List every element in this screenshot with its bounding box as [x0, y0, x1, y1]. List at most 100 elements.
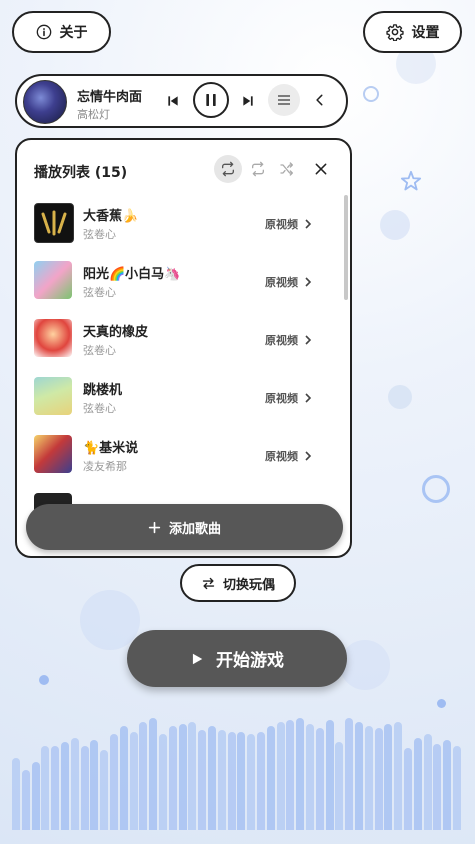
original-video-label: 原视频 [265, 392, 298, 405]
repeat-one-button[interactable] [244, 155, 272, 183]
visualizer-bar [345, 718, 354, 830]
original-video-link[interactable]: 原视频 [265, 332, 312, 348]
visualizer-bar [188, 722, 197, 830]
visualizer-bar [315, 728, 324, 830]
playlist-item[interactable]: 天真的橡皮 弦卷心 原视频 [17, 314, 335, 372]
visualizer-bar [325, 720, 334, 830]
visualizer-bar [178, 724, 187, 830]
pause-button[interactable] [193, 82, 229, 118]
song-title: 天真的橡皮 [83, 325, 149, 340]
visualizer-bar [149, 718, 158, 830]
gear-icon [385, 24, 404, 41]
skip-previous-icon [168, 96, 178, 106]
repeat-all-button[interactable] [214, 155, 242, 183]
song-thumbnail [34, 203, 74, 243]
visualizer-bar [110, 734, 118, 830]
chevron-right-icon [305, 219, 312, 229]
original-video-link[interactable]: 原视频 [265, 216, 312, 232]
visualizer-bar [335, 742, 344, 830]
background-bubble [388, 385, 412, 409]
skip-next-icon [243, 96, 253, 106]
background-bubble [437, 699, 446, 708]
visualizer-bar [374, 728, 383, 830]
close-playlist-button[interactable] [307, 155, 335, 183]
visualizer-bar [296, 718, 305, 830]
visualizer-bar [139, 722, 148, 830]
visualizer-bar [119, 726, 128, 830]
song-artist: 弦卷心 [83, 228, 116, 241]
song-artist: 高松灯 [77, 108, 110, 121]
visualizer-bar [247, 734, 256, 830]
repeat-one-icon [252, 161, 264, 177]
playlist-scrollbar[interactable] [344, 195, 348, 300]
shuffle-button[interactable] [273, 155, 301, 183]
visualizer-bar [198, 730, 207, 830]
visualizer-bar [168, 726, 177, 830]
song-title: 阳光🌈小白马🦄 [83, 267, 181, 282]
background-bubble [39, 675, 49, 685]
chevron-right-icon [305, 277, 312, 287]
song-artist: 弦卷心 [83, 286, 116, 299]
visualizer-bar [41, 746, 50, 830]
background-bubble [422, 475, 450, 503]
visualizer-bar [394, 722, 403, 830]
visualizer-bar [217, 730, 226, 830]
song-artist: 凌友希那 [83, 460, 127, 473]
visualizer-bar [70, 738, 79, 830]
play-icon [192, 653, 203, 664]
original-video-label: 原视频 [265, 450, 298, 463]
visualizer-bar [257, 732, 265, 830]
song-artist: 弦卷心 [83, 402, 116, 415]
visualizer-bar [423, 734, 432, 830]
original-video-label: 原视频 [265, 334, 298, 347]
chevron-right-icon [305, 451, 312, 461]
plus-icon [148, 521, 161, 533]
visualizer-bar [61, 742, 69, 830]
playlist-item[interactable]: 大香蕉🍌 弦卷心 原视频 [17, 198, 335, 256]
visualizer-bar [276, 722, 285, 830]
add-song-label: 添加歌曲 [168, 521, 221, 537]
mini-player: 忘情牛肉面 高松灯 [15, 74, 348, 128]
original-video-link[interactable]: 原视频 [265, 274, 312, 290]
about-label: 关于 [59, 25, 88, 41]
visualizer-bar [355, 722, 363, 830]
original-video-link[interactable]: 原视频 [265, 390, 312, 406]
playlist-title: 播放列表 (15) [34, 165, 128, 181]
background-bubble [380, 210, 410, 240]
repeat-icon [222, 161, 234, 177]
visualizer-bar [100, 750, 109, 830]
switch-doll-button[interactable]: 切换玩偶 [180, 564, 296, 602]
playlist-toggle-button[interactable] [268, 84, 300, 116]
visualizer-bar [404, 748, 412, 830]
add-song-button[interactable]: 添加歌曲 [26, 504, 343, 550]
playlist-item[interactable]: 阳光🌈小白马🦄 弦卷心 原视频 [17, 256, 335, 314]
playlist-item[interactable]: 🐈基米说 凌友希那 原视频 [17, 430, 335, 488]
background-bubble [340, 640, 390, 690]
settings-button[interactable]: 设置 [363, 11, 462, 53]
visualizer-bar [413, 738, 422, 830]
playlist-item[interactable]: 跳楼机 弦卷心 原视频 [17, 372, 335, 430]
album-cover[interactable] [23, 80, 67, 124]
song-thumbnail [34, 261, 72, 299]
switch-doll-label: 切换玩偶 [222, 577, 275, 593]
original-video-link[interactable]: 原视频 [265, 448, 312, 464]
song-thumbnail [34, 319, 72, 357]
pause-icon [206, 94, 216, 106]
start-game-label: 开始游戏 [216, 651, 284, 671]
star-icon [400, 170, 422, 191]
chevron-left-icon [316, 94, 323, 106]
next-button[interactable] [237, 90, 259, 112]
original-video-label: 原视频 [265, 276, 298, 289]
swap-icon [202, 577, 215, 589]
menu-icon [278, 95, 290, 105]
visualizer-bar [266, 726, 275, 830]
visualizer-bar [443, 740, 452, 830]
previous-button[interactable] [162, 90, 184, 112]
collapse-button[interactable] [309, 89, 331, 111]
visualizer-bar [12, 758, 20, 830]
visualizer-bar [384, 724, 393, 830]
start-game-button[interactable]: 开始游戏 [127, 630, 347, 687]
visualizer-bar [306, 724, 314, 830]
about-button[interactable]: 关于 [12, 11, 111, 53]
settings-label: 设置 [411, 25, 440, 41]
